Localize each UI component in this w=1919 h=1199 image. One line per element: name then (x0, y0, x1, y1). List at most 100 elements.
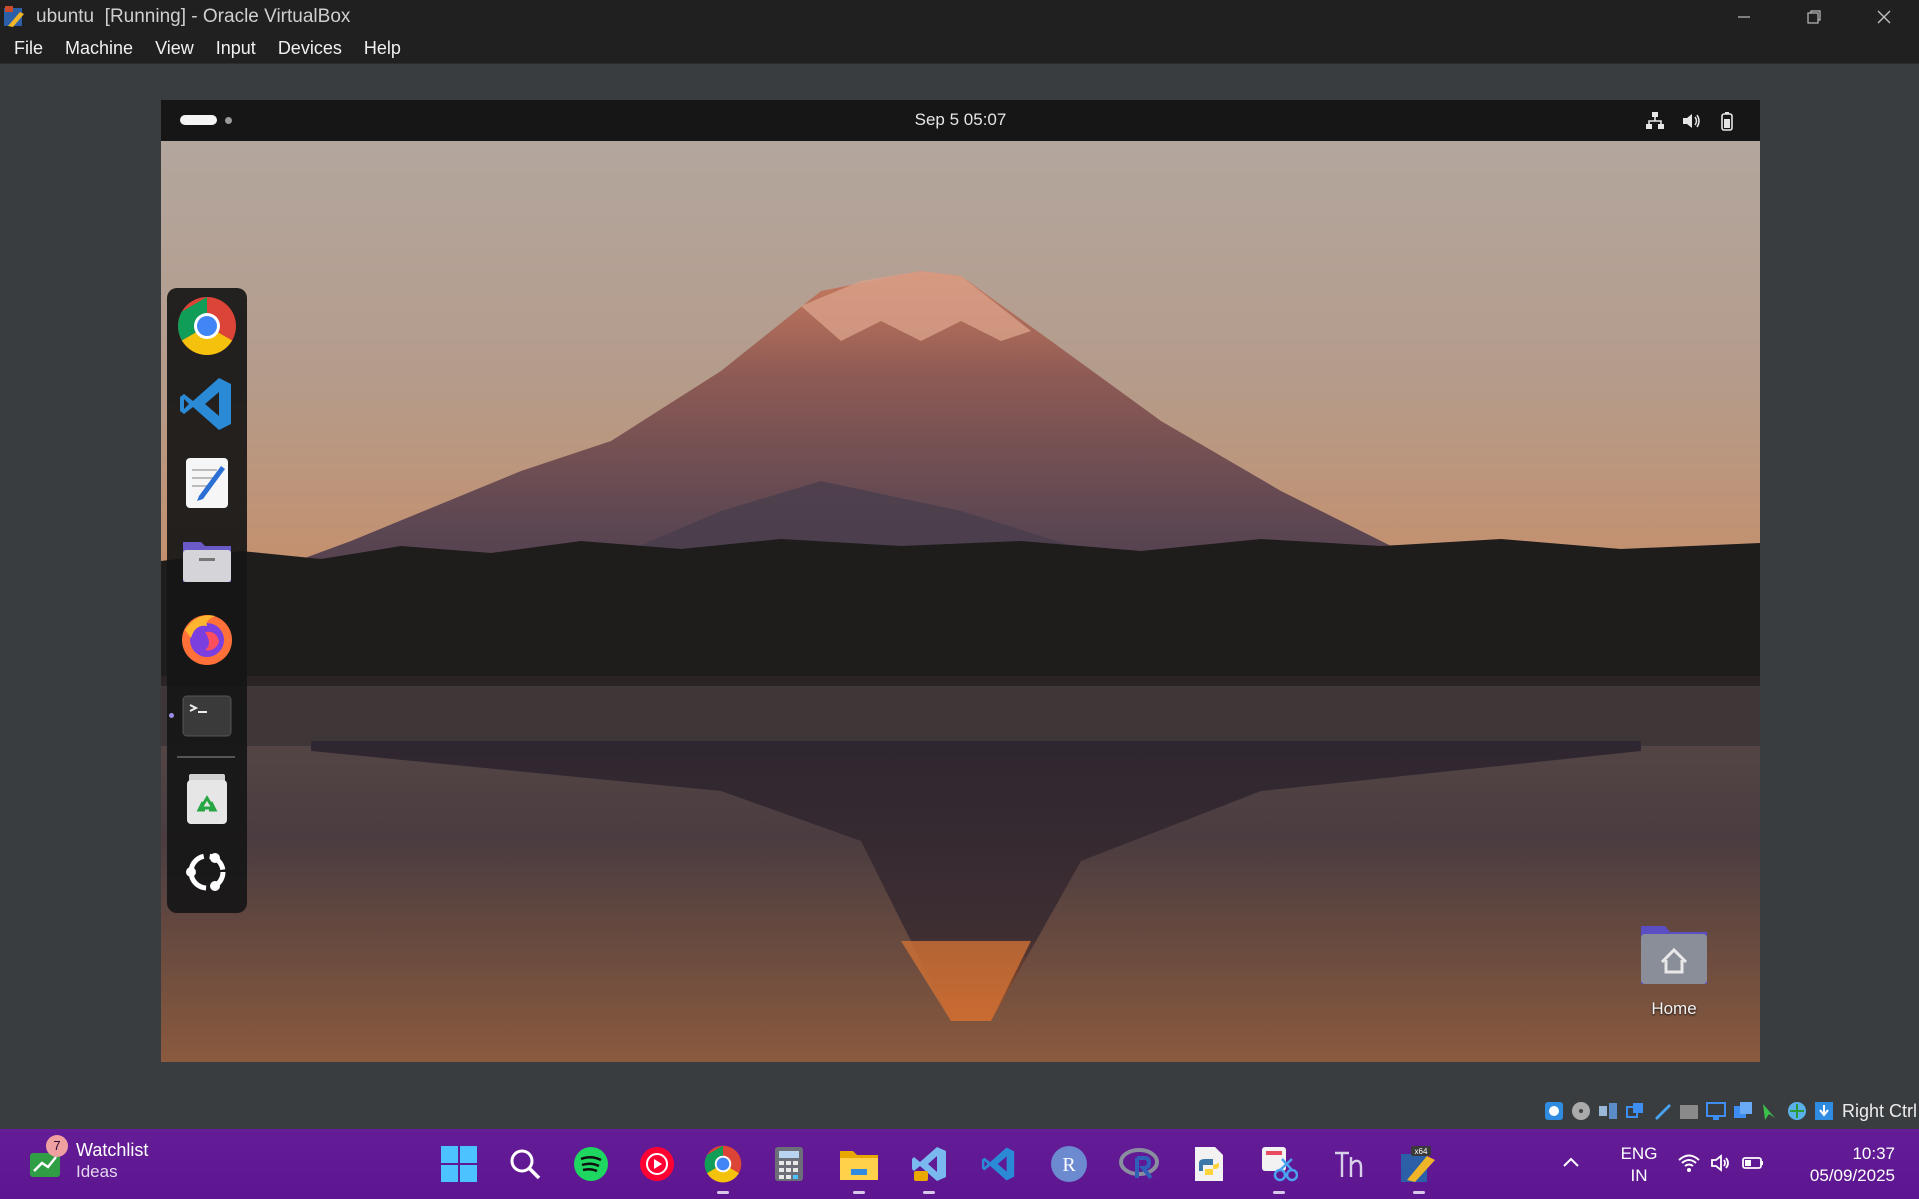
widget-title: Watchlist (76, 1140, 149, 1160)
terminal-icon (182, 695, 232, 737)
dock-item-files[interactable] (177, 530, 237, 590)
menu-devices[interactable]: Devices (278, 38, 342, 59)
menu-input[interactable]: Input (216, 38, 256, 59)
minimize-icon[interactable] (1709, 0, 1779, 34)
taskbar-python-idle[interactable] (1184, 1139, 1234, 1189)
dock-item-vscode[interactable] (177, 374, 237, 434)
taskbar-clock[interactable]: 10:37 05/09/2025 (1775, 1143, 1895, 1187)
stock-widget-icon: 7 (28, 1135, 68, 1179)
vscode-icon (180, 378, 231, 430)
widgets-button[interactable]: 7 Watchlist Ideas (28, 1135, 149, 1183)
dock-item-trash[interactable] (177, 768, 237, 828)
menu-bar: File Machine View Input Devices Help (0, 34, 1919, 64)
taskbar-typora[interactable] (1324, 1139, 1374, 1189)
taskbar-snipping-tool[interactable] (1254, 1139, 1304, 1194)
notification-badge: 7 (46, 1135, 68, 1157)
wifi-icon (1677, 1151, 1701, 1175)
search-icon (510, 1149, 541, 1180)
menu-view[interactable]: View (155, 38, 194, 59)
guest-display[interactable]: Sep 5 05:07 Home (161, 100, 1760, 1062)
running-indicator (717, 1191, 729, 1194)
home-folder-label: Home (1651, 999, 1697, 1018)
keyboard-icon[interactable] (1786, 1100, 1808, 1122)
ubuntu-apps-icon (186, 853, 226, 891)
dock-item-firefox[interactable] (177, 608, 237, 668)
optical-disk-icon[interactable] (1570, 1100, 1592, 1122)
windows-start-icon (441, 1146, 477, 1182)
taskbar-calculator[interactable] (764, 1139, 814, 1189)
chrome-icon (704, 1145, 742, 1183)
file-explorer-icon (840, 1151, 878, 1180)
gnome-top-bar: Sep 5 05:07 (161, 100, 1760, 141)
typora-icon (1335, 1151, 1363, 1177)
desktop-home-folder[interactable]: Home (1635, 920, 1713, 1019)
clock-time: 10:37 (1852, 1144, 1895, 1163)
usb-icon[interactable] (1651, 1100, 1673, 1122)
taskbar-file-explorer[interactable] (834, 1139, 884, 1194)
dock-item-text-editor[interactable] (177, 452, 237, 512)
display-icon[interactable] (1705, 1100, 1727, 1122)
trash-icon (187, 774, 227, 824)
mouse-integration-icon[interactable] (1759, 1100, 1781, 1122)
calculator-icon (775, 1147, 803, 1181)
language-code: ENG (1620, 1144, 1658, 1163)
network-icon[interactable] (1624, 1100, 1646, 1122)
desktop-wallpaper (161, 141, 1760, 1062)
taskbar-visual-studio[interactable] (904, 1139, 954, 1194)
close-icon[interactable] (1849, 0, 1919, 34)
widget-subtitle: Ideas (76, 1162, 118, 1181)
audio-icon[interactable] (1597, 1100, 1619, 1122)
taskbar-virtualbox[interactable]: x64 (1394, 1139, 1444, 1194)
host-key-label[interactable]: Right Ctrl (1842, 1101, 1917, 1122)
menu-machine[interactable]: Machine (65, 38, 133, 59)
battery-icon (1716, 110, 1738, 132)
ubuntu-dock (167, 288, 247, 913)
svg-text:x64: x64 (1415, 1147, 1428, 1156)
download-icon[interactable] (1813, 1100, 1835, 1122)
files-icon (183, 542, 231, 582)
battery-icon (1741, 1151, 1765, 1175)
network-icon (1644, 110, 1666, 132)
chrome-icon (178, 297, 236, 355)
restore-icon[interactable] (1779, 0, 1849, 34)
taskbar-spotify[interactable] (566, 1139, 616, 1189)
shared-folders-icon[interactable] (1678, 1100, 1700, 1122)
windows-taskbar: 7 Watchlist Ideas R x64 ENG IN 10:37 05/… (0, 1129, 1919, 1199)
dock-item-show-apps[interactable] (177, 842, 237, 902)
text-editor-icon (186, 458, 228, 508)
language-region: IN (1630, 1166, 1648, 1185)
show-hidden-icons-icon[interactable] (1559, 1151, 1583, 1175)
running-indicator (1273, 1191, 1285, 1194)
visual-studio-icon (912, 1147, 946, 1181)
running-indicator (923, 1191, 935, 1194)
running-indicator (169, 713, 174, 718)
svg-text:R: R (1062, 1154, 1076, 1176)
r-icon: R (1051, 1146, 1087, 1182)
hard-disk-icon[interactable] (1543, 1100, 1565, 1122)
taskbar-vscode[interactable] (974, 1139, 1024, 1189)
vbox-status-bar: Right Ctrl (1543, 1096, 1919, 1126)
taskbar-search[interactable] (500, 1139, 550, 1189)
start-button[interactable] (434, 1139, 484, 1189)
dock-item-terminal[interactable] (177, 686, 237, 746)
dock-item-chrome[interactable] (177, 296, 237, 356)
guest-clock[interactable]: Sep 5 05:07 (161, 110, 1760, 130)
volume-icon (1709, 1151, 1733, 1175)
dock-separator (177, 756, 235, 758)
menu-help[interactable]: Help (364, 38, 401, 59)
quick-settings[interactable] (1677, 1151, 1765, 1175)
taskbar-r[interactable]: R (1044, 1139, 1094, 1189)
taskbar-rstudio[interactable] (1114, 1139, 1164, 1189)
window-titlebar: ubuntu [Running] - Oracle VirtualBox (0, 0, 1919, 34)
snipping-tool-icon (1262, 1147, 1298, 1182)
home-folder-icon (1641, 926, 1707, 984)
taskbar-chrome[interactable] (698, 1139, 748, 1194)
guest-system-menu[interactable] (1644, 110, 1738, 132)
youtube-music-icon (640, 1147, 674, 1181)
video-capture-icon[interactable] (1732, 1100, 1754, 1122)
firefox-icon (182, 615, 232, 665)
taskbar-youtube-music[interactable] (632, 1139, 682, 1189)
input-language-indicator[interactable]: ENG IN (1614, 1143, 1664, 1187)
menu-file[interactable]: File (14, 38, 43, 59)
window-controls (1709, 0, 1919, 34)
